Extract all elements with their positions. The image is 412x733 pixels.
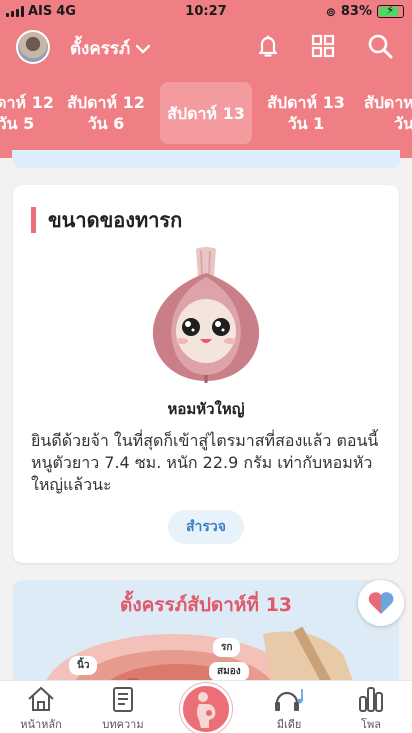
battery-percent: 83% (340, 4, 372, 19)
womb-illustration (43, 626, 357, 690)
previous-card-edge (12, 150, 400, 168)
baby-size-card: ขนาดของทารก หอมหัวใหญ่ ยินดีด้วยจ้า ในที… (13, 185, 399, 563)
heart-button[interactable] (358, 580, 404, 626)
weekly-illustration-card[interactable]: ตั้งครรภ์สัปดาห์ที่ 13 รก สมอง นิ้ว (13, 580, 399, 690)
week-tabs: ัปดาห์ 12วัน 5 สัปดาห์ 12วัน 6 สัปดาห์ 1… (0, 82, 412, 146)
bell-icon[interactable] (254, 32, 282, 60)
article-icon (113, 687, 133, 712)
tab-week-13-day-1[interactable]: สัปดาห์ 13 วัน 1 (260, 82, 352, 144)
pregnant-woman-icon (197, 692, 216, 728)
app-header: ตั้งครรภ์ ัปดาห์ 12วัน 5 สัปดาห์ 12วัน 6… (0, 24, 412, 158)
poll-icon (359, 687, 383, 712)
search-icon[interactable] (366, 32, 394, 60)
baby-size-description: ยินดีด้วยจ้า ในที่สุดก็เข้าสู่ไตรมาสที่ส… (31, 431, 379, 494)
nav-articles[interactable]: บทความ (88, 685, 158, 733)
nav-media[interactable]: มีเดีย (254, 685, 324, 733)
nav-home[interactable]: หน้าหลัก (6, 685, 76, 733)
heart-icon (368, 592, 394, 614)
tab-week-13[interactable]: สัปดาห์ 13 (160, 82, 252, 144)
tab-week-12-day-5[interactable]: ัปดาห์ 12วัน 5 (0, 82, 54, 144)
media-icon (275, 689, 303, 711)
chevron-down-icon (136, 44, 151, 54)
tab-week-13-day-2[interactable]: สัปดาห วัน (364, 82, 412, 144)
fruit-name: หอมหัวใหญ่ (167, 400, 245, 418)
grid-icon[interactable] (309, 32, 337, 60)
home-icon (28, 686, 54, 711)
avatar[interactable] (16, 30, 50, 64)
nav-poll[interactable]: โพล (336, 685, 406, 733)
profile-name: ตั้งครรภ์ (70, 39, 131, 59)
label-placenta: รก (213, 638, 241, 657)
label-brain: สมอง (209, 662, 249, 681)
explore-button[interactable]: สำรวจ (168, 510, 244, 544)
battery-icon: ⚡ (377, 3, 404, 18)
label-finger: นิ้ว (69, 656, 98, 675)
card-title: ขนาดของทารก (31, 207, 182, 233)
status-bar: AIS 4G 10:27 ⊚ 83% ⚡ (0, 0, 412, 24)
pregnancy-center-button[interactable] (180, 683, 232, 733)
profile-switcher[interactable]: ตั้งครรภ์ (70, 35, 151, 62)
tab-week-12-day-6[interactable]: สัปดาห์ 12 วัน 6 (60, 82, 152, 144)
orientation-lock-icon: ⊚ (325, 4, 336, 19)
onion-illustration (152, 247, 260, 383)
